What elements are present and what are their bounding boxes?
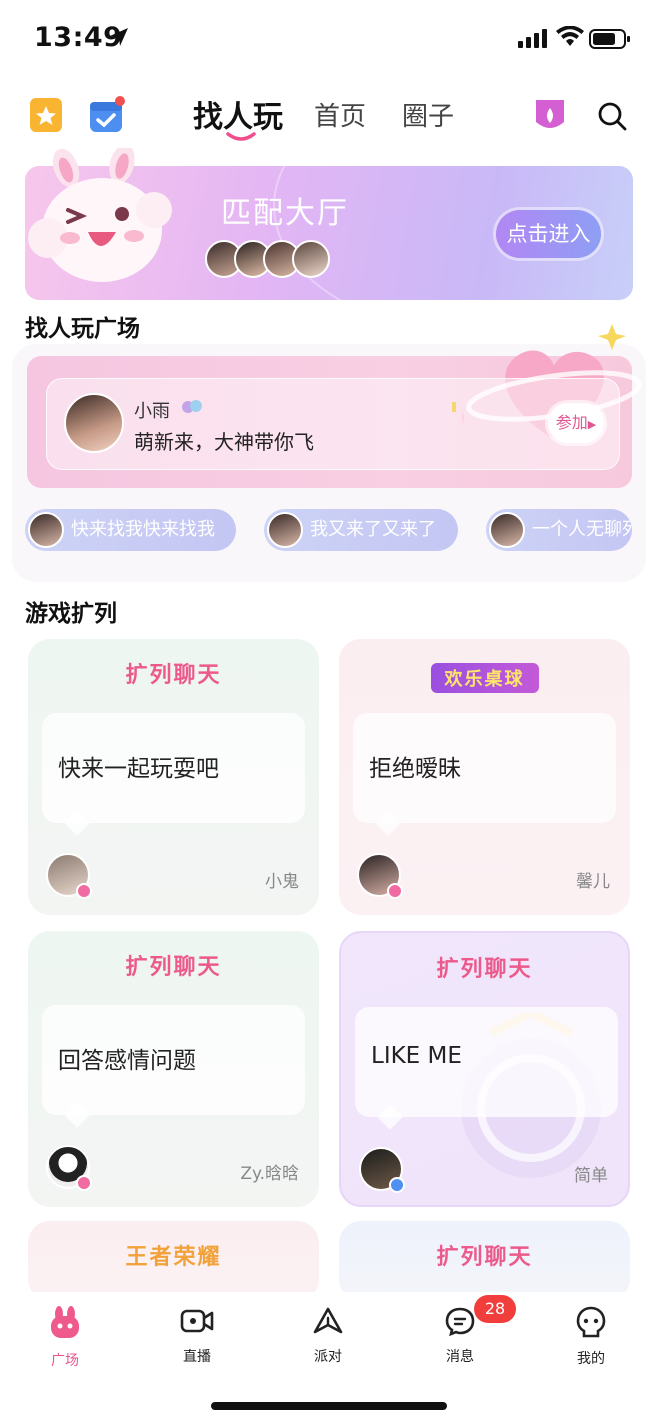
favorite-star-icon[interactable] (28, 96, 64, 136)
game-logo: 欢乐桌球 (339, 663, 630, 693)
user-name: Zy.晗晗 (240, 1164, 299, 1184)
tab-label: 直播 (183, 1349, 211, 1365)
user-name: 小鬼 (265, 872, 299, 892)
game-card[interactable]: 王者荣耀 (28, 1221, 319, 1301)
game-logo: 扩列聊天 (436, 957, 533, 982)
card-text: LIKE ME (371, 1043, 462, 1069)
search-icon[interactable] (596, 100, 628, 132)
chip-text: 快来找我快来找我 (71, 519, 215, 540)
active-tab-underline (226, 132, 256, 141)
chip-text: 我又来了又来了 (310, 519, 436, 540)
square-section-title: 找人玩广场 (25, 316, 140, 342)
square-chip[interactable]: 快来找我快来找我 (25, 509, 236, 551)
battery-icon (589, 29, 630, 49)
tab-label: 广场 (51, 1353, 79, 1369)
card-text: 拒绝暧昧 (369, 756, 461, 782)
card-text: 回答感情问题 (58, 1048, 196, 1074)
game-icon (182, 400, 202, 413)
post-text: 萌新来，大神带你飞 (134, 430, 314, 454)
game-logo: 扩列聊天 (125, 955, 222, 980)
poster-avatar[interactable] (64, 393, 124, 453)
square-chip[interactable]: 一个人无聊死 (486, 509, 632, 551)
join-button[interactable]: 参加▶ (548, 403, 604, 443)
avatar (267, 512, 303, 548)
chat-bubble-icon (445, 1307, 475, 1337)
banner-title: 匹配大厅 (221, 196, 349, 231)
female-gender-icon (76, 1175, 92, 1191)
game-card[interactable]: 扩列聊天 回答感情问题 Zy.晗晗 (28, 931, 319, 1207)
female-gender-icon (387, 883, 403, 899)
play-triangle-icon: ▶ (587, 418, 597, 431)
games-section-title: 游戏扩列 (25, 601, 117, 627)
tab-circles[interactable]: 圈子 (402, 96, 454, 133)
bunny-plaza-icon (51, 1306, 79, 1338)
location-arrow-icon (110, 28, 128, 46)
game-card[interactable]: 欢乐桌球 拒绝暧昧 馨儿 (339, 639, 630, 915)
square-post-message[interactable] (46, 378, 620, 470)
wifi-icon (556, 26, 584, 46)
top-nav: 找人玩 首页 圈子 (0, 88, 658, 148)
shield-drop-icon[interactable] (532, 96, 568, 136)
avatar (292, 240, 330, 278)
female-gender-icon (76, 883, 92, 899)
avatar (489, 512, 525, 548)
bunny-mascot-icon (28, 148, 172, 282)
status-bar: 13:49 (0, 0, 658, 80)
tab-home[interactable]: 首页 (314, 96, 366, 133)
message-count-badge: 28 (474, 1295, 516, 1323)
profile-face-icon (576, 1306, 606, 1338)
game-card[interactable]: 扩列聊天 快来一起玩耍吧 小鬼 (28, 639, 319, 915)
tab-me[interactable]: 我的 (551, 1306, 631, 1368)
user-name: 简单 (574, 1166, 608, 1186)
tab-live[interactable]: 直播 (157, 1306, 237, 1366)
tab-party[interactable]: 派对 (288, 1306, 368, 1366)
game-logo-text: 欢乐桌球 (430, 663, 539, 693)
chip-text: 一个人无聊死 (532, 519, 632, 540)
square-chip[interactable]: 我又来了又来了 (264, 509, 458, 551)
game-logo: 王者荣耀 (125, 1245, 222, 1270)
male-gender-icon (389, 1177, 405, 1193)
user-name: 馨儿 (576, 872, 610, 892)
tab-label: 派对 (314, 1349, 342, 1365)
video-camera-icon (180, 1309, 214, 1333)
small-heart-icon (452, 402, 456, 412)
game-card[interactable]: 扩列聊天 LIKE ME 简单 (339, 931, 630, 1207)
tab-label: 消息 (446, 1349, 474, 1365)
calendar-checkin-icon[interactable] (88, 94, 128, 134)
game-logo: 扩列聊天 (436, 1245, 533, 1270)
tab-find-players[interactable]: 找人玩 (193, 92, 283, 136)
tab-plaza[interactable]: 广场 (25, 1306, 105, 1370)
tab-label: 我的 (577, 1351, 605, 1367)
enter-button[interactable]: 点击进入 (496, 210, 601, 258)
game-logo: 扩列聊天 (125, 663, 222, 688)
home-indicator[interactable] (211, 1402, 447, 1410)
card-text: 快来一起玩耍吧 (58, 756, 219, 782)
poster-name: 小雨 (134, 401, 170, 422)
cellular-signal-icon (518, 29, 547, 48)
avatar (28, 512, 64, 548)
game-card[interactable]: 扩列聊天 (339, 1221, 630, 1301)
join-button-label: 参加 (555, 413, 588, 432)
paper-plane-icon (313, 1307, 343, 1334)
